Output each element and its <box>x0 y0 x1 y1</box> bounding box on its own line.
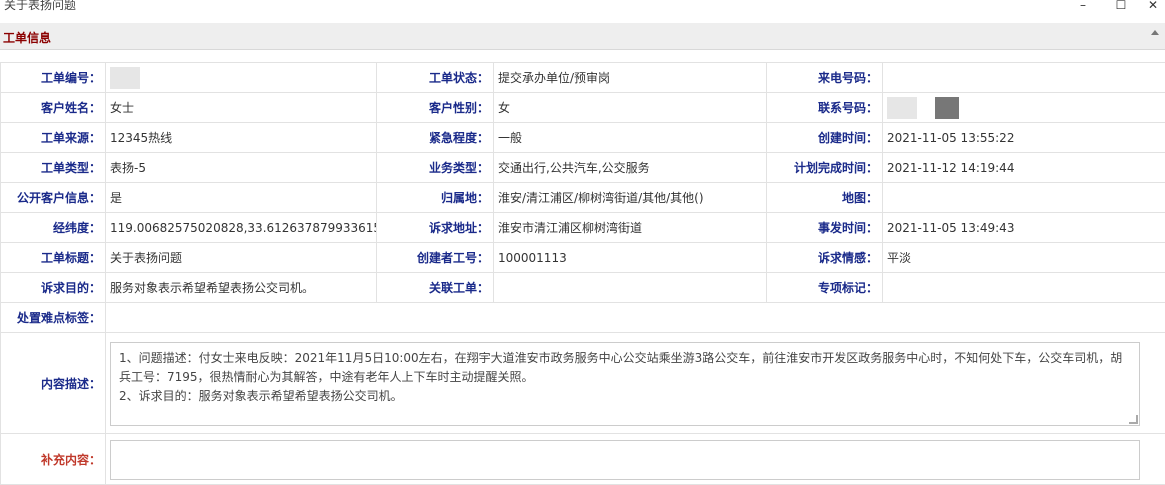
created-time-value: 2021-11-05 13:55:22 <box>883 123 1165 153</box>
table-row: 内容描述： 1、问题描述：付女士来电反映：2021年11月5日10:00左右，在… <box>1 333 1165 434</box>
map-value[interactable] <box>883 183 1165 213</box>
related-order-label: 关联工单： <box>377 273 494 303</box>
table-row: 公开客户信息： 是 归属地： 淮安/清江浦区/柳树湾街道/其他/其他() 地图： <box>1 183 1165 213</box>
table-row: 工单编号： 工单状态： 提交承办单位/预审岗 来电号码： <box>1 63 1165 93</box>
planned-finish-label: 计划完成时间： <box>767 153 883 183</box>
table-row: 诉求目的： 服务对象表示希望希望表扬公交司机。 关联工单： 专项标记： <box>1 273 1165 303</box>
order-title-value: 关于表扬问题 <box>106 243 377 273</box>
table-row: 经纬度： 119.00682575020828,33.6126378799336… <box>1 213 1165 243</box>
lnglat-label: 经纬度： <box>1 213 106 243</box>
appeal-address-value: 淮安市清江浦区柳树湾街道 <box>494 213 767 243</box>
appeal-purpose-label: 诉求目的： <box>1 273 106 303</box>
order-no-value <box>106 63 377 93</box>
resize-grip-icon[interactable] <box>1129 415 1138 424</box>
business-type-label: 业务类型： <box>377 153 494 183</box>
difficulty-tag-value <box>106 303 1165 333</box>
urgency-label: 紧急程度： <box>377 123 494 153</box>
content-line-1: 1、问题描述：付女士来电反映：2021年11月5日10:00左右，在翔宇大道淮安… <box>119 349 1131 387</box>
special-mark-value <box>883 273 1165 303</box>
section-header: 工单信息 <box>0 23 1165 50</box>
order-no-label: 工单编号： <box>1 63 106 93</box>
business-type-value: 交通出行,公共汽车,公交服务 <box>494 153 767 183</box>
creator-id-label: 创建者工号： <box>377 243 494 273</box>
difficulty-tag-label: 处置难点标签： <box>1 303 106 333</box>
window-title: 关于表扬问题 <box>4 0 76 13</box>
table-row: 工单类型： 表扬-5 业务类型： 交通出行,公共汽车,公交服务 计划完成时间： … <box>1 153 1165 183</box>
created-time-label: 创建时间： <box>767 123 883 153</box>
content-label: 内容描述： <box>1 333 106 434</box>
section-title: 工单信息 <box>3 29 51 46</box>
table-row: 工单标题： 关于表扬问题 创建者工号： 100001113 诉求情感： 平淡 <box>1 243 1165 273</box>
content-line-2: 2、诉求目的：服务对象表示希望希望表扬公交司机。 <box>119 387 1131 406</box>
caller-no-label: 来电号码： <box>767 63 883 93</box>
redacted-block <box>935 97 959 119</box>
special-mark-label: 专项标记： <box>767 273 883 303</box>
order-info-table: 工单编号： 工单状态： 提交承办单位/预审岗 来电号码： 客户姓名： 女士 客户… <box>0 62 1165 485</box>
planned-finish-value: 2021-11-12 14:19:44 <box>883 153 1165 183</box>
source-value: 12345热线 <box>106 123 377 153</box>
maximize-button[interactable]: ☐ <box>1111 0 1131 13</box>
table-row: 处置难点标签： <box>1 303 1165 333</box>
incident-time-value: 2021-11-05 13:49:43 <box>883 213 1165 243</box>
supplement-label: 补充内容： <box>1 434 106 485</box>
creator-id-value: 100001113 <box>494 243 767 273</box>
customer-gender-value: 女 <box>494 93 767 123</box>
window-titlebar: 关于表扬问题 – ☐ ✕ <box>0 0 1165 14</box>
close-button[interactable]: ✕ <box>1143 0 1163 13</box>
table-row: 工单来源： 12345热线 紧急程度： 一般 创建时间： 2021-11-05 … <box>1 123 1165 153</box>
belong-place-value: 淮安/清江浦区/柳树湾街道/其他/其他() <box>494 183 767 213</box>
public-info-label: 公开客户信息： <box>1 183 106 213</box>
source-label: 工单来源： <box>1 123 106 153</box>
customer-gender-label: 客户性别： <box>377 93 494 123</box>
urgency-value: 一般 <box>494 123 767 153</box>
map-label: 地图： <box>767 183 883 213</box>
content-textarea[interactable]: 1、问题描述：付女士来电反映：2021年11月5日10:00左右，在翔宇大道淮安… <box>110 342 1140 426</box>
customer-name-value: 女士 <box>106 93 377 123</box>
order-status-value: 提交承办单位/预审岗 <box>494 63 767 93</box>
redacted-block <box>887 97 917 119</box>
minimize-button[interactable]: – <box>1073 0 1093 13</box>
contact-no-label: 联系号码： <box>767 93 883 123</box>
table-row: 补充内容： <box>1 434 1165 485</box>
public-info-value: 是 <box>106 183 377 213</box>
belong-place-label: 归属地： <box>377 183 494 213</box>
appeal-mood-value: 平淡 <box>883 243 1165 273</box>
contact-no-value <box>883 93 1165 123</box>
redacted-block <box>110 67 140 89</box>
supplement-textarea[interactable] <box>110 440 1140 480</box>
order-title-label: 工单标题： <box>1 243 106 273</box>
related-order-value[interactable] <box>494 273 767 303</box>
appeal-address-label: 诉求地址： <box>377 213 494 243</box>
content-cell: 1、问题描述：付女士来电反映：2021年11月5日10:00左右，在翔宇大道淮安… <box>106 333 1165 434</box>
table-row: 客户姓名： 女士 客户性别： 女 联系号码： <box>1 93 1165 123</box>
collapse-icon[interactable] <box>1151 30 1159 35</box>
lnglat-value: 119.00682575020828,33.612637879933615 <box>106 213 377 243</box>
order-type-value: 表扬-5 <box>106 153 377 183</box>
caller-no-value <box>883 63 1165 93</box>
customer-name-label: 客户姓名： <box>1 93 106 123</box>
appeal-mood-label: 诉求情感： <box>767 243 883 273</box>
supplement-cell <box>106 434 1165 485</box>
order-status-label: 工单状态： <box>377 63 494 93</box>
appeal-purpose-value: 服务对象表示希望希望表扬公交司机。 <box>106 273 377 303</box>
order-type-label: 工单类型： <box>1 153 106 183</box>
incident-time-label: 事发时间： <box>767 213 883 243</box>
